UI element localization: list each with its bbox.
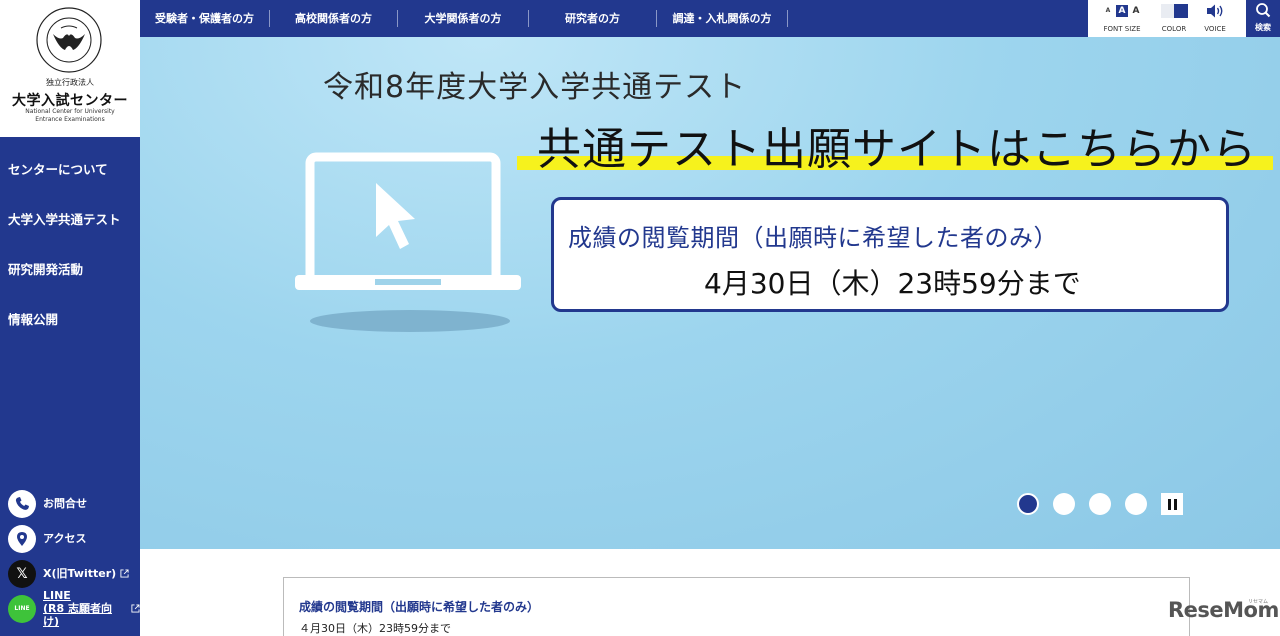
side-links: お問合せ アクセス 𝕏 X(旧Twitter) LINE LINE (R8 志願… [0,486,140,628]
carousel-dot-4[interactable] [1125,493,1147,515]
notice-box: 成績の閲覧期間（出願時に希望した者のみ） ４月30日（木）23時59分まで [283,577,1190,636]
logo-english: National Center for University Entrance … [0,108,140,124]
color-control: COLOR [1158,0,1190,37]
viewing-period-title: 成績の閲覧期間（出願時に希望した者のみ） [568,224,1058,252]
carousel-dot-2[interactable] [1053,493,1075,515]
hero-title-wrap: 共通テスト出願サイトはこちらから [517,113,1273,175]
x-logo-icon: 𝕏 [8,559,36,588]
twitter-link[interactable]: 𝕏 X(旧Twitter) [0,556,140,591]
search-button[interactable]: 検索 [1246,0,1280,37]
resemom-watermark-ruby: リセマム [1248,599,1269,605]
contact-label: お問合せ [43,497,87,510]
access-link[interactable]: アクセス [0,521,140,556]
color-light-button[interactable] [1161,4,1174,18]
topnav-item-high-school[interactable]: 高校関係者の方 [270,10,398,27]
external-link-icon [120,569,129,578]
sidebar: 独立行政法人 大学入試センター National Center for Univ… [0,0,140,636]
carousel-indicators [1017,493,1183,515]
accessibility-tools: A A A FONT SIZE COLOR VOICE [1088,0,1246,37]
pause-icon[interactable] [1161,493,1183,515]
logo-name: 大学入試センター [12,93,128,109]
line-label: LINE (R8 志願者向け) [43,589,127,628]
viewing-period-deadline: 4月30日（木）23時59分まで [704,267,1081,300]
site-logo[interactable]: 独立行政法人 大学入試センター National Center for Univ… [0,0,140,137]
laptop-cursor-icon [295,152,521,332]
line-label-sub: (R8 志願者向け) [43,602,112,628]
carousel-dot-3[interactable] [1089,493,1111,515]
topnav-item-university[interactable]: 大学関係者の方 [398,10,529,27]
sidebar-item-common-test[interactable]: 大学入学共通テスト [0,195,140,245]
viewing-period-box: 成績の閲覧期間（出願時に希望した者のみ） 4月30日（木）23時59分まで [551,197,1229,312]
phone-icon [8,489,36,518]
notice-text: ４月30日（木）23時59分まで [299,622,451,635]
hero-banner[interactable]: 令和8年度大学入学共通テスト 共通テスト出願サイトはこちらから 成績の閲覧期間（… [140,37,1280,549]
notice-title[interactable]: 成績の閲覧期間（出願時に希望した者のみ） [299,598,539,615]
sidebar-item-research[interactable]: 研究開発活動 [0,245,140,295]
hero-subtitle: 令和8年度大学入学共通テスト [323,70,747,105]
logo-english-line1: National Center for University [25,108,115,115]
topnav-item-researchers[interactable]: 研究者の方 [529,10,657,27]
font-size-large-button[interactable]: A [1130,5,1142,17]
hero-title: 共通テスト出願サイトはこちらから [537,124,1257,175]
topnav-item-procurement[interactable]: 調達・入札関係の方 [657,10,788,27]
seal-logo-icon [36,7,102,73]
color-label: COLOR [1161,25,1187,33]
external-link-icon [131,604,140,613]
font-size-label: FONT SIZE [1103,25,1141,33]
map-pin-icon [8,524,36,553]
sidebar-item-about[interactable]: センターについて [0,145,140,195]
twitter-label: X(旧Twitter) [43,567,117,580]
side-nav: センターについて 大学入学共通テスト 研究開発活動 情報公開 [0,145,140,345]
voice-button[interactable]: VOICE [1199,0,1231,37]
top-nav: 受験者・保護者の方 高校関係者の方 大学関係者の方 研究者の方 調達・入札関係の… [140,0,1088,37]
contact-link[interactable]: お問合せ [0,486,140,521]
logo-subtitle: 独立行政法人 [46,78,94,87]
search-label: 検索 [1255,23,1271,32]
line-label-title: LINE [43,589,71,602]
sidebar-item-disclosure[interactable]: 情報公開 [0,295,140,345]
speaker-icon [1207,4,1223,18]
color-dark-button[interactable] [1174,4,1188,18]
line-logo-icon: LINE [8,594,36,623]
font-size-control: A A A FONT SIZE [1098,0,1146,37]
search-icon [1256,3,1271,18]
line-link[interactable]: LINE LINE (R8 志願者向け) [0,589,140,628]
access-label: アクセス [43,532,87,545]
carousel-dot-1[interactable] [1017,493,1039,515]
voice-label: VOICE [1204,25,1226,33]
font-size-medium-button[interactable]: A [1116,5,1128,17]
logo-english-line2: Entrance Examinations [35,116,105,123]
font-size-small-button[interactable]: A [1102,5,1114,17]
topnav-item-examinees[interactable]: 受験者・保護者の方 [140,10,270,27]
